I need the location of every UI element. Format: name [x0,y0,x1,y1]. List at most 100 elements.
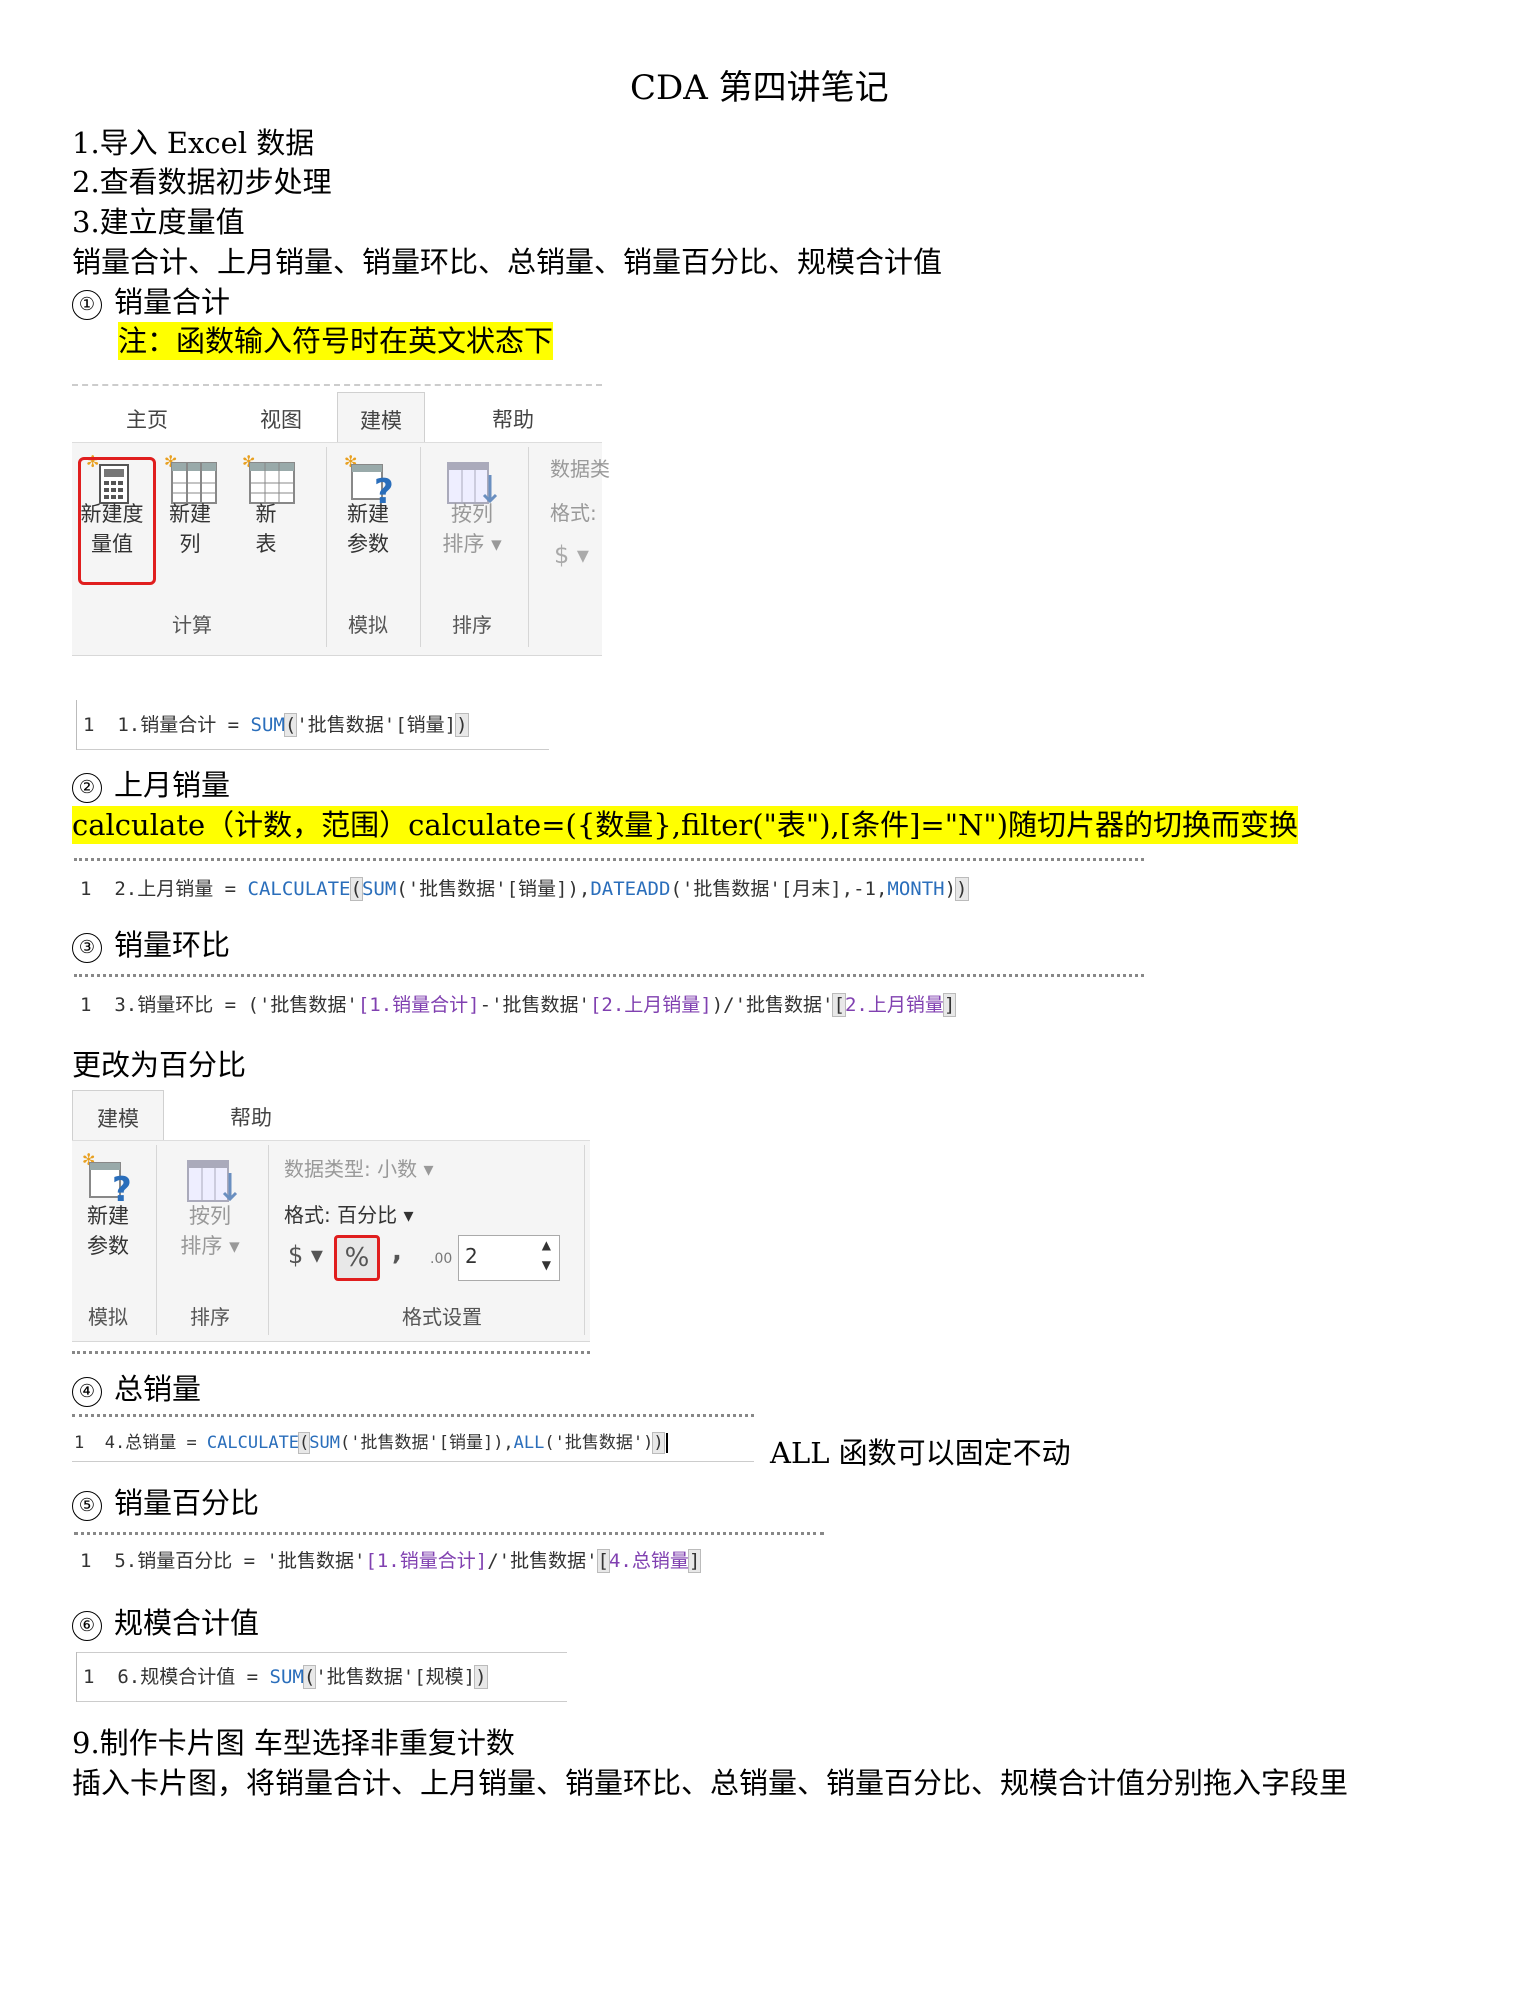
new-parameter-button[interactable]: 新建 参数 [338,499,398,559]
function-name: SUM [269,1666,304,1688]
bracket: ( [298,1432,311,1454]
tab-modeling[interactable]: 建模 [72,1090,164,1140]
ribbon-panel: ✻ ? 新建 参数 模拟 按列 排序 ▾ 排序 数据类型: 小数 ▾ 格式: 百… [72,1141,590,1342]
page-title: CDA 第四讲笔记 [630,68,889,108]
function-name: SUM [250,714,285,736]
bracket: ] [687,1549,702,1573]
circled-number: ③ [72,933,102,963]
section-label: 总销量 [114,1372,202,1406]
decimal-places-icon: .00 [430,1251,453,1267]
step-9-description: 插入卡片图，将销量合计、上月销量、销量环比、总销量、销量百分比、规模合计值分别拖… [72,1766,1349,1800]
line-number: 1 [80,1550,92,1572]
column-reference: [1.销量合计] [365,1550,488,1572]
dotted-edge [72,1414,754,1421]
tab-home[interactable]: 主页 [126,404,168,434]
new-table-button[interactable]: 新 表 [242,499,290,559]
group-label-format: 格式设置 [402,1305,482,1329]
ribbon-screenshot-format: 建模 帮助 ✻ ? 新建 参数 模拟 按列 排序 ▾ 排序 数据类型: 小数 ▾… [72,1090,590,1354]
new-column-button[interactable]: 新建 列 [160,499,220,559]
code-bottom-line [77,1701,567,1702]
sort-label-2: 排序 ▾ [442,532,502,556]
tab-view[interactable]: 视图 [260,404,302,434]
new-table-label-2: 表 [255,532,277,556]
code-line: 1 4.总销量 = CALCULATE(SUM('批售数据'[销量]),ALL(… [74,1428,678,1454]
new-param-label-1: 新建 [87,1204,129,1228]
change-to-percent: 更改为百分比 [72,1048,247,1082]
spinner-down-icon[interactable]: ▼ [542,1258,551,1272]
spinner-up-icon[interactable]: ▲ [542,1238,551,1252]
currency-dropdown[interactable]: $ ▾ [288,1241,323,1269]
decimal-places-spinner[interactable]: 2 ▲ ▼ [458,1235,560,1281]
section-2-heading: ② 上月销量 [72,766,230,804]
group-label-whatif: 模拟 [348,613,388,637]
section-3-heading: ③ 销量环比 [72,926,230,964]
bracket: ( [302,1665,317,1689]
code-text: -'批售数据' [479,994,590,1016]
column-reference: [2.上月销量] [589,994,712,1016]
divider [584,1145,585,1335]
section-1-heading: ① 销量合计 [72,283,230,321]
tab-help[interactable]: 帮助 [230,1102,272,1132]
function-name: CALCULATE [206,1433,300,1453]
function-name: SUM [361,878,397,900]
all-function-note: ALL 函数可以固定不动 [770,1436,1071,1470]
dotted-edge [74,974,1144,981]
column-reference: 2.上月销量 [844,994,944,1016]
code-line: 1 1.销量合计 = SUM('批售数据'[销量]) [83,710,469,737]
code-text: 2.上月销量 = [114,878,248,900]
note-calculate: calculate（计数，范围）calculate=({数量},filter("… [72,806,1299,844]
sort-label-1: 按列 [189,1204,231,1228]
line-number: 1 [74,1433,85,1453]
tab-help[interactable]: 帮助 [492,404,534,434]
code-bottom-line [77,749,549,750]
comma-style-button[interactable]: , [392,1237,402,1267]
line-number: 1 [80,994,92,1016]
sort-label-1: 按列 [451,502,493,526]
section-label: 销量百分比 [114,1486,260,1520]
bracket: [ [832,993,846,1017]
new-table-label-1: 新 [255,502,277,526]
code-text: ('批售数据') [544,1433,654,1453]
function-name: ALL [513,1433,545,1453]
bracket: ) [455,713,469,737]
format-dropdown[interactable]: 格式: 百分比 ▾ [284,1199,414,1228]
tab-modeling[interactable]: 建模 [337,392,425,442]
new-parameter-button[interactable]: 新建 参数 [78,1201,138,1261]
circled-number: ⑥ [72,1611,102,1641]
currency-dropdown[interactable]: $ ▾ [554,541,589,569]
dotted-edge [74,1532,824,1539]
group-label-calc: 计算 [172,613,212,637]
note-english-input: 注：函数输入符号时在英文状态下 [118,322,554,360]
highlight-box [78,457,156,585]
code-bottom-line [72,1461,754,1462]
code-text: 3.销量环比 = ('批售数据' [114,994,358,1016]
code-text: '批售数据'[销量] [296,714,457,736]
ribbon-tab-row: 建模 帮助 [72,1090,590,1141]
datatype-dropdown[interactable]: 数据类型: 小数 ▾ [284,1153,434,1182]
new-column-label-2: 列 [179,532,201,556]
code-text: 5.销量百分比 = '批售数据' [114,1550,366,1572]
code-top-line [77,1652,567,1653]
step-9: 9.制作卡片图 车型选择非重复计数 [72,1726,515,1760]
code-box-measure-2: 1 2.上月销量 = CALCULATE(SUM('批售数据'[销量]),DAT… [74,858,1144,908]
section-6-heading: ⑥ 规模合计值 [72,1604,259,1642]
code-line: 1 6.规模合计值 = SUM('批售数据'[规模]) [83,1662,488,1689]
code-text: ('批售数据'[月末],-1, [670,878,888,900]
decimal-places-value: 2 [465,1244,478,1268]
function-name: MONTH [887,878,945,900]
percent-format-button[interactable]: % [334,1235,380,1281]
line-number: 1 [80,878,92,900]
circled-number: ④ [72,1377,102,1407]
code-text: 1.销量合计 = [117,714,251,736]
code-box-measure-3: 1 3.销量环比 = ('批售数据'[1.销量合计]-'批售数据'[2.上月销量… [74,974,1144,1026]
sort-by-column-button[interactable]: 按列 排序 ▾ [172,1201,248,1261]
code-text: 4.总销量 = [104,1433,207,1453]
circled-number: ⑤ [72,1491,102,1521]
sort-by-column-button[interactable]: 按列 排序 ▾ [434,499,510,559]
column-reference: [1.销量合计] [357,994,480,1016]
divider [420,447,421,647]
group-label-sort: 排序 [190,1305,230,1329]
new-param-label-1: 新建 [347,502,389,526]
code-box-measure-6: 1 6.规模合计值 = SUM('批售数据'[规模]) [76,1652,567,1702]
code-text: )/'批售数据' [711,994,834,1016]
